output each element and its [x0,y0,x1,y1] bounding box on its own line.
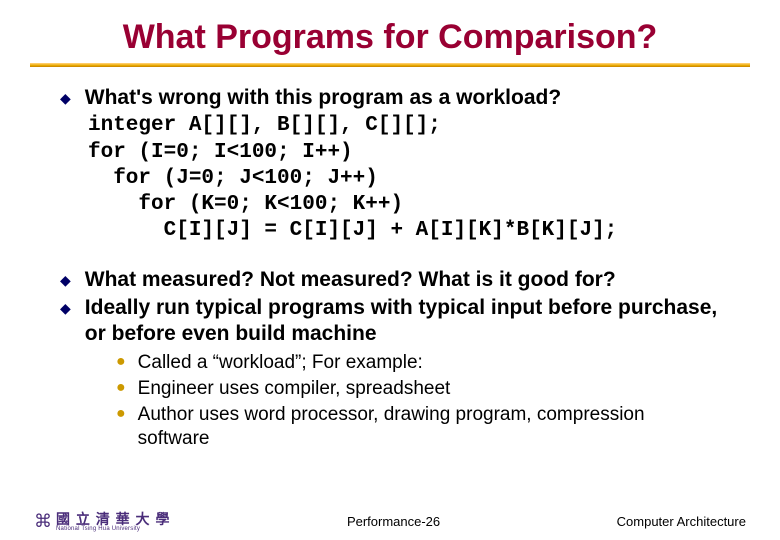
logo-text: 國 立 清 華 大 學 National Tsing Hua Universit… [56,512,170,532]
sub-3-text: Author uses word processor, drawing prog… [138,403,720,452]
diamond-icon: ◆ [60,272,71,289]
sub-list: ● Called a “workload”; For example: ● En… [116,351,720,452]
title-rule [30,63,750,67]
dot-icon: ● [116,405,126,423]
sub-2-text: Engineer uses compiler, spreadsheet [138,377,451,402]
dot-icon: ● [116,379,126,397]
dot-icon: ● [116,353,126,371]
sub-item-1: ● Called a “workload”; For example: [116,351,720,376]
bullet-3: ◆ Ideally run typical programs with typi… [60,295,720,348]
bullet-1-text: What's wrong with this program as a work… [85,85,561,111]
logo-english: National Tsing Hua University [56,526,170,532]
bullet-3-text: Ideally run typical programs with typica… [85,295,720,348]
diamond-icon: ◆ [60,90,71,107]
slide-number: Performance-26 [347,514,440,529]
logo-chinese: 國 立 清 華 大 學 [56,512,170,526]
sub-item-3: ● Author uses word processor, drawing pr… [116,403,720,452]
footer: ⌘ 國 立 清 華 大 學 National Tsing Hua Univers… [0,511,780,532]
bullet-2: ◆ What measured? Not measured? What is i… [60,267,720,293]
sub-item-2: ● Engineer uses compiler, spreadsheet [116,377,720,402]
university-logo: ⌘ 國 立 清 華 大 學 National Tsing Hua Univers… [34,511,170,532]
diamond-icon: ◆ [60,300,71,317]
sub-1-text: Called a “workload”; For example: [138,351,423,376]
course-name: Computer Architecture [617,514,746,529]
bullet-1: ◆ What's wrong with this program as a wo… [60,85,720,111]
code-block: integer A[][], B[][], C[][]; for (I=0; I… [88,113,720,244]
slide-title: What Programs for Comparison? [30,18,750,57]
slide-content: ◆ What's wrong with this program as a wo… [30,85,750,452]
spacer [60,245,720,267]
slide: What Programs for Comparison? ◆ What's w… [0,0,780,452]
bullet-2-text: What measured? Not measured? What is it … [85,267,616,293]
logo-mark-icon: ⌘ [34,511,50,532]
